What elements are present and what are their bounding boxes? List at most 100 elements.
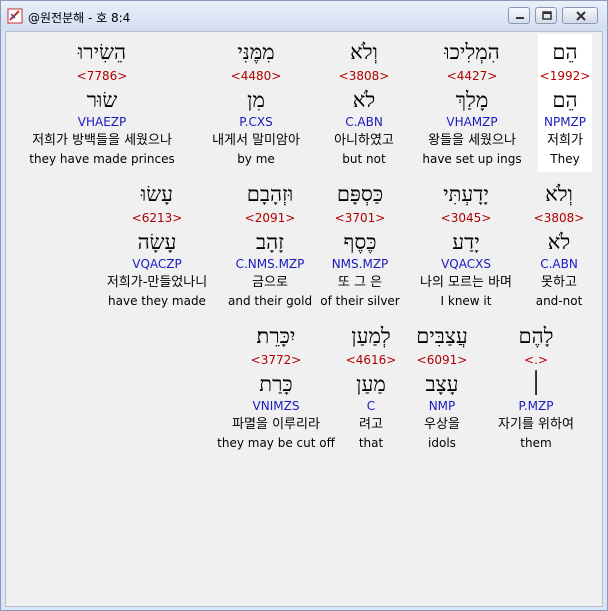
word-cell[interactable]: לְמַעַן <4616> מַעַן C 려고 that	[340, 318, 402, 456]
parsing-code: VQACZP	[132, 257, 182, 271]
hebrew-word: עָשׂוּ	[140, 182, 174, 206]
hebrew-lemma: כֶּסֶף	[343, 230, 377, 254]
korean-gloss: 금으로	[252, 275, 288, 290]
strong-number: <3808>	[338, 69, 390, 83]
word-cell[interactable]: כַּסְפָּם <3701> כֶּסֶף NMS.MZP 또 그 은 of…	[316, 176, 404, 314]
hebrew-lemma: לֹא	[352, 88, 376, 112]
hebrew-lemma: עָשָׂה	[137, 230, 177, 254]
korean-gloss: 왕들을 세웠으나	[428, 133, 516, 148]
english-gloss: have they made	[108, 294, 206, 308]
word-cell[interactable]: הֵם <1992> הֵם NPMZP 저희가 They	[538, 34, 592, 172]
title-bar[interactable]: @원전분해 - 호 8:4	[1, 1, 607, 31]
word-cell[interactable]: יִכָּרֵת׃ <3772> כָּרַת VNIMZS 파멸을 이루리라 …	[214, 318, 338, 456]
strong-number: <.>	[524, 353, 548, 367]
hebrew-word: הֵם	[552, 40, 578, 64]
hebrew-word: וְלֹא	[350, 40, 378, 64]
close-icon	[576, 11, 586, 21]
hebrew-lemma: יָדַע	[452, 230, 480, 254]
word-cell[interactable]: עָשׂוּ <6213> עָשָׂה VQACZP 저희가-만들었나니 ha…	[90, 176, 224, 314]
hebrew-lemma: ׀	[530, 372, 542, 396]
hebrew-word: וּזְהָבָם	[246, 182, 294, 206]
minimize-button[interactable]	[508, 7, 530, 24]
strong-number: <3808>	[533, 211, 585, 225]
word-cell[interactable]: מִמֶּנִּי <4480> מִן P.CXS 내게서 말미암아 by m…	[198, 34, 314, 172]
korean-gloss: 려고	[359, 417, 383, 432]
hebrew-lemma: כָּרַת	[259, 372, 293, 396]
hebrew-word: כַּסְפָּם	[336, 182, 384, 206]
word-cell[interactable]: הִמְלִיכוּ <4427> מָלַךְ VHAMZP 왕들을 세웠으나…	[412, 34, 532, 172]
korean-gloss: 내게서 말미암아	[212, 133, 300, 148]
korean-gloss: 우상을	[424, 417, 460, 432]
korean-gloss: 저희가-만들었나니	[106, 275, 208, 290]
strong-number: <7786>	[76, 69, 128, 83]
close-button[interactable]	[562, 7, 598, 24]
minimize-icon	[516, 17, 524, 19]
korean-gloss: 저희가 방백들을 세웠으나	[32, 133, 172, 148]
hebrew-word: הִמְלִיכוּ	[444, 40, 500, 64]
english-gloss: but not	[342, 152, 386, 166]
strong-number: <3045>	[440, 211, 492, 225]
english-gloss: and-not	[535, 294, 583, 308]
parsing-code: VHAEZP	[77, 115, 127, 129]
word-cell[interactable]: וּזְהָבָם <2091> זָהָב C.NMS.MZP 금으로 and…	[228, 176, 312, 314]
english-gloss: by me	[237, 152, 275, 166]
app-window: @원전분해 - 호 8:4 הֵם <1992> הֵם NPMZP 저희가 T…	[0, 0, 608, 611]
hebrew-word: לְמַעַן	[351, 324, 391, 348]
word-cell[interactable]: וְלֹא <3808> לֹא C.ABN 못하고 and-not	[528, 176, 590, 314]
english-gloss: they may be cut off	[217, 436, 335, 450]
strong-number: <4427>	[446, 69, 498, 83]
korean-gloss: 저희가	[547, 133, 583, 148]
hebrew-lemma: שׂוּר	[86, 88, 118, 112]
interlinear-panel[interactable]: הֵם <1992> הֵם NPMZP 저희가 They הִמְלִיכוּ…	[5, 31, 603, 607]
parsing-code: C.ABN	[345, 115, 383, 129]
korean-gloss: 못하고	[541, 275, 577, 290]
word-cell[interactable]: לָהֶם <.> ׀ P.MZP 자기를 위하여 them	[484, 318, 588, 456]
maximize-button[interactable]	[535, 7, 557, 24]
hebrew-word: מִמֶּנִּי	[237, 40, 275, 64]
hebrew-word: עֲצַבִּים	[416, 324, 468, 348]
hebrew-lemma: מִן	[247, 88, 265, 112]
strong-number: <4480>	[230, 69, 282, 83]
strong-number: <6213>	[131, 211, 183, 225]
strong-number: <2091>	[244, 211, 296, 225]
word-cell[interactable]: הֵשִׂירוּ <7786> שׂוּר VHAEZP 저희가 방백들을 세…	[12, 34, 192, 172]
hebrew-word: יִכָּרֵת׃	[256, 324, 296, 348]
hebrew-lemma: עָצָב	[425, 372, 459, 396]
english-gloss: idols	[428, 436, 456, 450]
hebrew-lemma: הֵם	[552, 88, 578, 112]
hebrew-word: יָדָעְתִּי	[443, 182, 489, 206]
english-gloss: They	[550, 152, 580, 166]
hebrew-word: לָהֶם	[518, 324, 554, 348]
hebrew-lemma: מָלַךְ	[455, 88, 489, 112]
strong-number: <3701>	[334, 211, 386, 225]
app-icon	[7, 8, 23, 24]
hebrew-lemma: מַעַן	[356, 372, 386, 396]
english-gloss: they have made princes	[29, 152, 175, 166]
parsing-code: VNIMZS	[252, 399, 300, 413]
english-gloss: I knew it	[440, 294, 492, 308]
parsing-code: VHAMZP	[446, 115, 498, 129]
english-gloss: them	[520, 436, 552, 450]
korean-gloss: 파멸을 이루리라	[232, 417, 320, 432]
window-title: @원전분해 - 호 8:4	[28, 11, 131, 25]
strong-number: <1992>	[539, 69, 591, 83]
maximize-icon	[542, 11, 552, 20]
korean-gloss: 아니하였고	[334, 133, 394, 148]
parsing-code: NMS.MZP	[331, 257, 389, 271]
parsing-code: C.NMS.MZP	[235, 257, 305, 271]
parsing-code: NMP	[428, 399, 456, 413]
parsing-code: P.MZP	[518, 399, 554, 413]
english-gloss: have set up ings	[422, 152, 522, 166]
parsing-code: C	[366, 399, 376, 413]
parsing-code: NPMZP	[543, 115, 587, 129]
english-gloss: of their silver	[320, 294, 400, 308]
hebrew-word: וְלֹא	[545, 182, 573, 206]
hebrew-lemma: זָהָב	[255, 230, 285, 254]
parsing-code: P.CXS	[239, 115, 273, 129]
hebrew-lemma: לֹא	[547, 230, 571, 254]
word-cell[interactable]: עֲצַבִּים <6091> עָצָב NMP 우상을 idols	[404, 318, 480, 456]
korean-gloss: 자기를 위하여	[498, 417, 574, 432]
word-cell[interactable]: יָדָעְתִּי <3045> יָדַע VQACXS 나의 모르는 바며…	[408, 176, 524, 314]
word-cell[interactable]: וְלֹא <3808> לֹא C.ABN 아니하였고 but not	[322, 34, 406, 172]
hebrew-word: הֵשִׂירוּ	[77, 40, 127, 64]
